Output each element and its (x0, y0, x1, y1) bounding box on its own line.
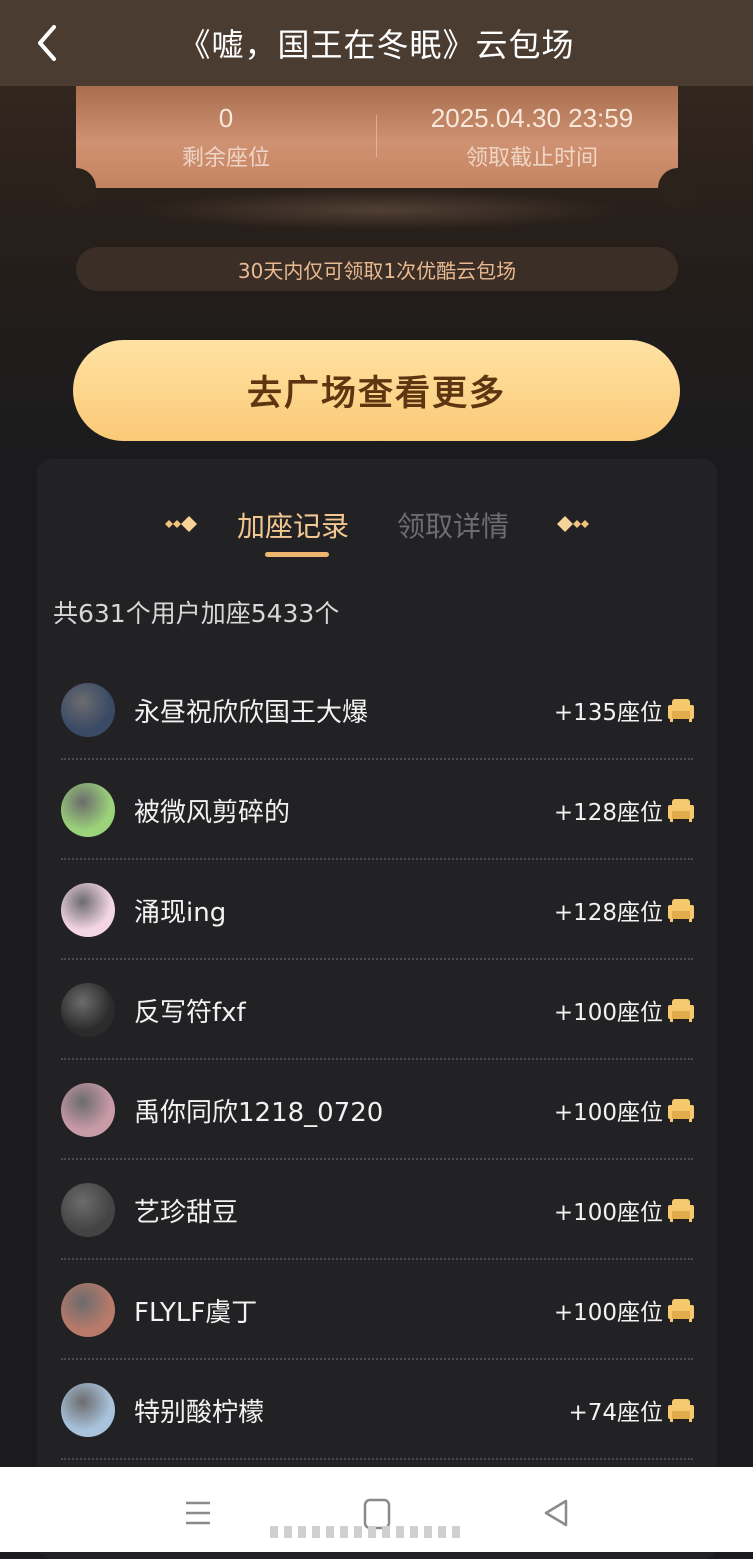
avatar[interactable] (61, 983, 115, 1037)
deadline-label: 领取截止时间 (465, 145, 598, 171)
user-name: 反写符fxf (134, 997, 246, 1028)
chevron-left-icon (38, 25, 56, 61)
user-name: 艺珍甜豆 (134, 1197, 239, 1228)
sofa-seat-icon (668, 1299, 694, 1322)
triangle-back-icon[interactable] (542, 1498, 570, 1528)
seats-added: +135座位 (553, 700, 663, 726)
limit-notice: 30天内仅可领取1次优酷云包场 (76, 247, 678, 291)
seats-added: +100座位 (553, 1300, 663, 1326)
ticket-glow (140, 190, 620, 230)
record-row[interactable]: 特别酸柠檬 +74座位 (37, 1360, 717, 1460)
diamond-decoration-left-icon (165, 516, 197, 532)
records-list: 永昼祝欣欣国王大爆 +135座位 被微风剪碎的 +128座位 涌现ing +128座位 反写… (37, 660, 717, 1460)
record-row[interactable]: 涌现ing +128座位 (37, 860, 717, 960)
avatar[interactable] (61, 883, 115, 937)
sofa-seat-icon (668, 899, 694, 922)
sofa-seat-icon (668, 699, 694, 722)
avatar[interactable] (61, 1283, 115, 1337)
sofa-seat-icon (668, 1199, 694, 1222)
remaining-seats-label: 剩余座位 (181, 145, 270, 171)
seats-added: +100座位 (553, 1100, 663, 1126)
avatar[interactable] (61, 1083, 115, 1137)
seats-added: +74座位 (568, 1400, 663, 1426)
back-button[interactable] (22, 18, 72, 68)
watermark-dots (270, 1526, 460, 1538)
diamond-decoration-right-icon (557, 516, 589, 532)
record-row[interactable]: 禹你同欣1218_0720 +100座位 (37, 1060, 717, 1160)
records-summary: 共631个用户加座5433个 (53, 599, 340, 628)
record-row[interactable]: 永昼祝欣欣国王大爆 +135座位 (37, 660, 717, 760)
ticket-divider (376, 115, 377, 157)
remaining-seats-stat: 0 剩余座位 (76, 86, 376, 188)
user-name: 禹你同欣1218_0720 (134, 1097, 384, 1128)
seats-added: +100座位 (553, 1200, 663, 1226)
user-name: 特别酸柠檬 (134, 1397, 265, 1428)
user-name: FLYLF虞丁 (134, 1297, 258, 1328)
record-row[interactable]: FLYLF虞丁 +100座位 (37, 1260, 717, 1360)
go-to-plaza-button[interactable]: 去广场查看更多 (73, 340, 680, 441)
sofa-seat-icon (668, 1399, 694, 1422)
avatar[interactable] (61, 683, 115, 737)
remaining-seats-value: 0 (218, 102, 234, 133)
user-name: 被微风剪碎的 (134, 797, 291, 828)
record-tabs: 加座记录 领取详情 (37, 500, 717, 560)
sofa-seat-icon (668, 1099, 694, 1122)
sofa-seat-icon (668, 799, 694, 822)
sofa-seat-icon (668, 999, 694, 1022)
record-row[interactable]: 被微风剪碎的 +128座位 (37, 760, 717, 860)
user-name: 永昼祝欣欣国王大爆 (134, 697, 369, 728)
menu-icon[interactable] (183, 1500, 213, 1526)
seats-added: +100座位 (553, 1000, 663, 1026)
avatar[interactable] (61, 783, 115, 837)
record-row[interactable]: 艺珍甜豆 +100座位 (37, 1160, 717, 1260)
deadline-stat: 2025.04.30 23:59 领取截止时间 (382, 86, 682, 188)
deadline-value: 2025.04.30 23:59 (430, 102, 634, 133)
seats-added: +128座位 (553, 900, 663, 926)
record-row[interactable]: 反写符fxf +100座位 (37, 960, 717, 1060)
tab-seat-records[interactable]: 加座记录 (237, 500, 349, 550)
page-title: 《嘘，国王在冬眠》云包场 (178, 26, 575, 64)
avatar[interactable] (61, 1383, 115, 1437)
tab-claim-details[interactable]: 领取详情 (397, 500, 509, 550)
active-tab-indicator (265, 552, 329, 557)
seats-added: +128座位 (553, 800, 663, 826)
avatar[interactable] (61, 1183, 115, 1237)
user-name: 涌现ing (134, 897, 227, 928)
